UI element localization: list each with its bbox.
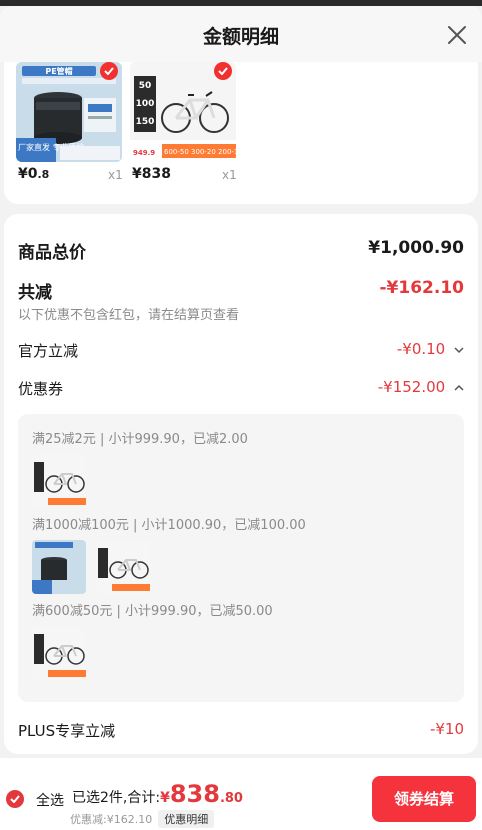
coupon-item-bicycle [96,540,150,594]
thumb-price: 949.9 [133,149,155,157]
coupon-rule-3: 满600减50元 | 小计999.90，已减50.00 [32,604,273,619]
discount-note: 以下优惠不包含红包，请在结算页查看 [18,308,240,323]
thumb-strip: 600-50 300-20 200-10 [164,148,236,156]
plus-reduce-value: -¥10 [429,720,464,738]
product-price: ¥0.8 [18,166,50,182]
official-reduce-label: 官方立减 [18,342,79,360]
product-thumbnail-bicycle[interactable]: 50 100 150 949.9 600-50 300-20 200-10 [130,62,236,162]
coupon-item-bicycle [32,454,86,508]
amount-detail-sheet: 金额明细 PE管帽 厂家直发 专业质检 ¥0.8 x1 50 100 150 9… [0,6,482,830]
coupon-detail-box: 满25减2元 | 小计999.90，已减2.00 满1000减100元 | 小计… [18,414,464,702]
total-value: ¥1,000.90 [368,238,464,258]
coupon-label: 优惠券 [18,380,64,398]
coupon-rule-2: 满1000减100元 | 小计1000.90，已减100.00 [32,518,306,533]
select-all-label[interactable]: 全选 [36,790,64,810]
select-all-check-icon[interactable] [6,790,24,808]
checkout-bar: 全选 已选2件,合计:¥838.80 优惠减:¥162.10 优惠明细 领券结算 [0,758,482,830]
official-reduce-value: -¥0.10 [396,340,446,358]
product-qty: x1 [108,168,123,182]
plus-reduce-label: PLUS专享立减 [18,722,116,740]
total-currency: ¥ [160,790,170,806]
thumb-badge-2: 100 [136,99,155,109]
product-check-icon[interactable] [214,62,232,80]
sheet-header: 金额明细 [0,6,482,62]
reduce-label: 共减 [18,283,52,303]
product-check-icon[interactable] [100,62,118,80]
thumb-title: PE管帽 [45,66,72,76]
amount-breakdown-card: 商品总价 ¥1,000.90 共减 -¥162.10 以下优惠不包含红包，请在结… [4,214,478,754]
coupon-rule-1: 满25减2元 | 小计999.90，已减2.00 [32,432,248,447]
selected-count: 已选2件,合计: [72,790,161,806]
coupon-item-bicycle [32,626,86,680]
chevron-up-icon [454,384,464,391]
product-qty: x1 [222,168,237,182]
total-decimal: .80 [219,791,243,806]
total-label: 商品总价 [18,243,86,263]
thumb-badge-3: 150 [136,117,155,127]
coupon-toggle[interactable]: -¥152.00 [378,378,464,396]
reduce-value: -¥162.10 [379,278,465,298]
product-price: ¥838 [132,166,171,182]
discount-summary: 优惠减:¥162.10 优惠明细 [70,810,215,828]
coupon-item-pipe-cap [32,540,86,594]
sheet-title: 金额明细 [202,26,279,48]
total-integer: 838 [169,780,220,808]
discount-amount: 优惠减:¥162.10 [70,813,153,826]
discount-detail-button[interactable]: 优惠明细 [158,810,215,828]
coupon-value: -¥152.00 [377,378,446,396]
product-list-card: PE管帽 厂家直发 专业质检 ¥0.8 x1 50 100 150 949.9 … [4,62,478,204]
order-total: 已选2件,合计:¥838.80 [72,780,243,808]
official-reduce-toggle[interactable]: -¥0.10 [397,340,464,358]
chevron-down-icon [454,346,464,353]
checkout-button[interactable]: 领券结算 [372,776,476,822]
thumb-badge-1: 50 [139,81,152,91]
close-icon[interactable] [446,24,468,46]
product-thumbnail-pipe-cap[interactable]: PE管帽 厂家直发 专业质检 [16,62,122,162]
